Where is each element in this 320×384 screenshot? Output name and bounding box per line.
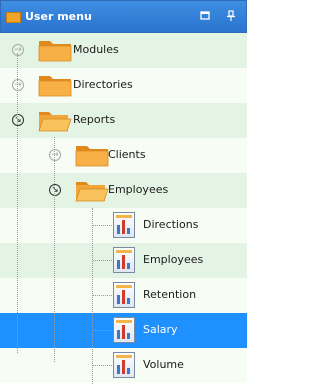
expand-icon[interactable]: → bbox=[12, 79, 24, 91]
tree-connector bbox=[93, 365, 112, 366]
tree-item-label: Clients bbox=[108, 148, 146, 161]
tree-item-label: Modules bbox=[73, 43, 119, 56]
tree-row[interactable]: ↘ Employees bbox=[0, 173, 247, 208]
folder-icon bbox=[6, 12, 21, 23]
report-icon bbox=[113, 282, 135, 308]
menu-tree: Volume Salary Retention Employees Directions… bbox=[0, 33, 247, 384]
folder-open-icon bbox=[75, 178, 109, 205]
tree-connector bbox=[93, 330, 112, 331]
tree-row[interactable]: Retention bbox=[0, 278, 247, 313]
tree-row[interactable]: ↘ Reports bbox=[0, 103, 247, 138]
tree-connector bbox=[54, 137, 55, 362]
tree-row[interactable]: → Modules bbox=[0, 33, 247, 68]
panel-title: User menu bbox=[25, 10, 92, 23]
tree-row[interactable]: → Clients bbox=[0, 138, 247, 173]
tree-connector bbox=[93, 260, 112, 261]
tree-item-label: Salary bbox=[143, 323, 178, 336]
expand-icon[interactable]: → bbox=[12, 44, 24, 56]
user-menu-panel: User menu Volume Salary Retention Employees… bbox=[0, 0, 247, 384]
tree-item-label: Directions bbox=[143, 218, 199, 231]
tree-item-label: Directories bbox=[73, 78, 133, 91]
folder-icon bbox=[38, 38, 72, 65]
panel-header: User menu bbox=[0, 0, 247, 33]
folder-icon bbox=[38, 73, 72, 100]
pin-icon[interactable] bbox=[224, 10, 238, 24]
report-icon bbox=[113, 317, 135, 343]
collapse-icon[interactable]: ↘ bbox=[49, 184, 61, 196]
tree-row[interactable]: Directions bbox=[0, 208, 247, 243]
tree-connector bbox=[93, 225, 112, 226]
tree-connector bbox=[92, 208, 93, 384]
report-icon bbox=[113, 212, 135, 238]
window-icon[interactable] bbox=[198, 10, 212, 24]
folder-open-icon bbox=[38, 108, 72, 135]
tree-row[interactable]: Salary bbox=[0, 313, 247, 348]
tree-item-label: Retention bbox=[143, 288, 197, 301]
tree-row[interactable]: → Directories bbox=[0, 68, 247, 103]
tree-connector bbox=[17, 53, 18, 353]
expand-icon[interactable]: → bbox=[49, 149, 61, 161]
tree-item-label: Volume bbox=[143, 358, 184, 371]
tree-item-label: Employees bbox=[143, 253, 204, 266]
report-icon bbox=[113, 247, 135, 273]
tree-connector bbox=[93, 295, 112, 296]
tree-row[interactable]: Volume bbox=[0, 348, 247, 383]
tree-item-label: Employees bbox=[108, 183, 169, 196]
collapse-icon[interactable]: ↘ bbox=[12, 114, 24, 126]
folder-icon bbox=[75, 143, 109, 170]
tree-row[interactable]: Employees bbox=[0, 243, 247, 278]
report-icon bbox=[113, 352, 135, 378]
tree-item-label: Reports bbox=[73, 113, 116, 126]
